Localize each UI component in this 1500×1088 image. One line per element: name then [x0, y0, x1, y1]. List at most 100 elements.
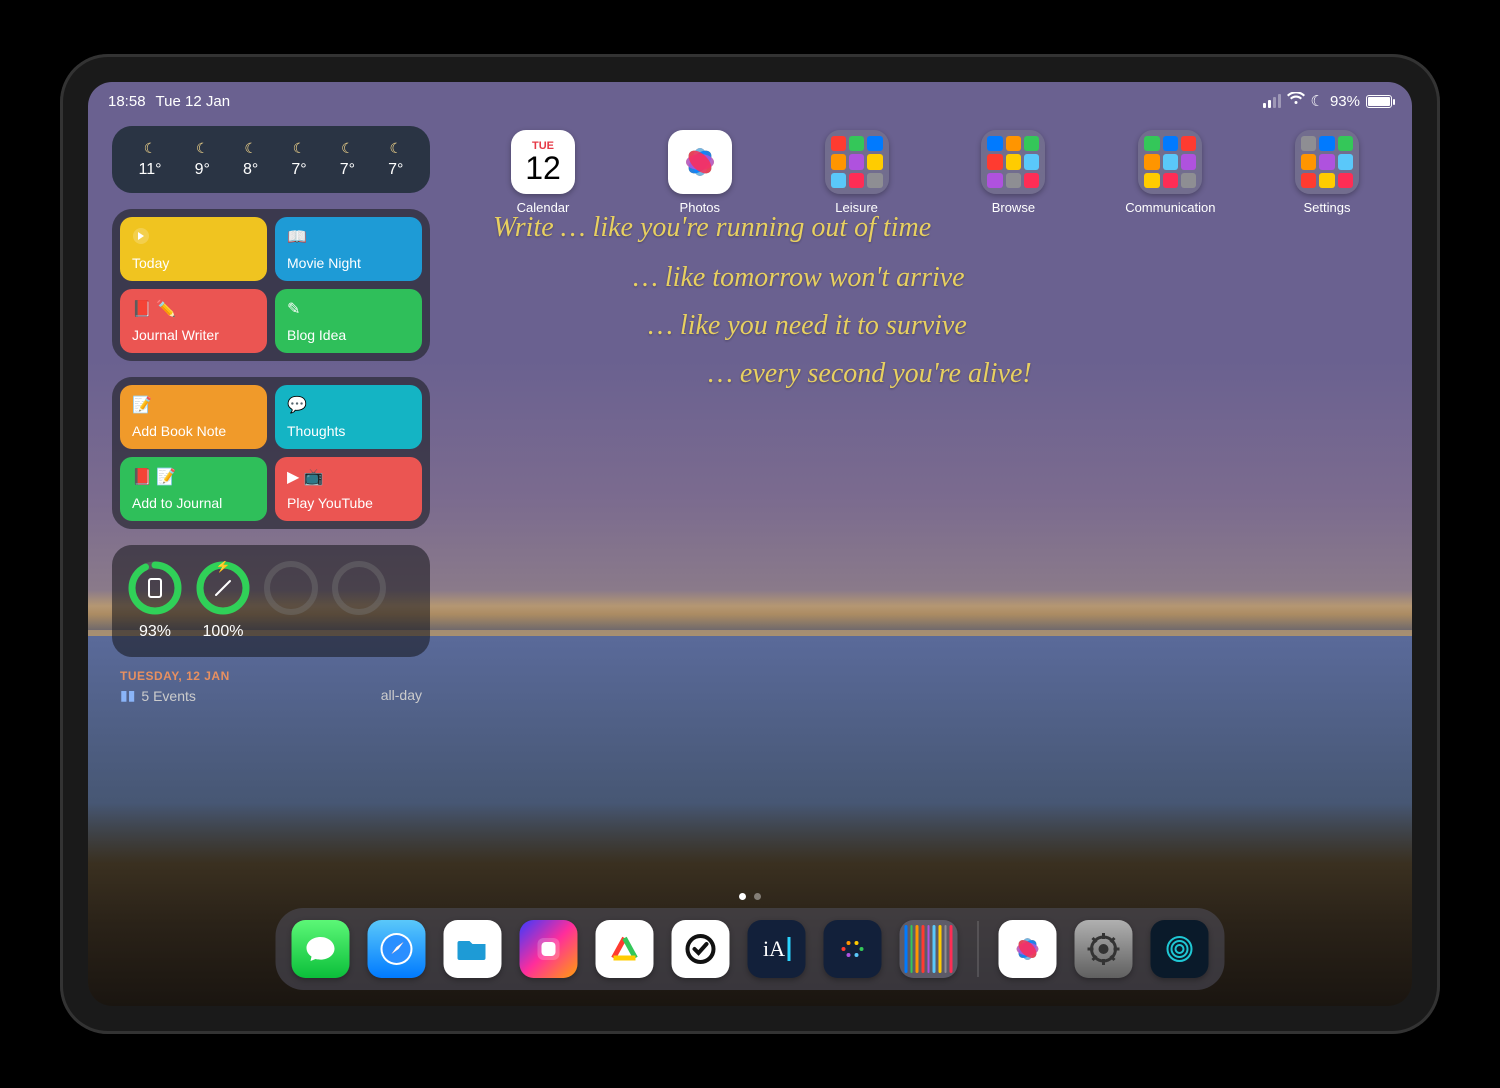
folder-icon [981, 130, 1045, 194]
ipad-frame: Write … like you're running out of time … [60, 54, 1440, 1034]
weather-hour: ☾ 7° [340, 140, 355, 179]
dock-recent-photos[interactable] [999, 920, 1057, 978]
dock-app-messages[interactable] [292, 920, 350, 978]
shortcut-label: Play YouTube [287, 495, 410, 511]
weather-hour: ☾ 7° [291, 140, 306, 179]
dock-app-shortcuts[interactable] [520, 920, 578, 978]
play-icon: ▶ 📺 [287, 467, 410, 487]
calendar-event-count: 5 Events [141, 688, 195, 704]
dock-app-files[interactable] [444, 920, 502, 978]
shortcut-add-to-journal[interactable]: 📕 📝 Add to Journal [120, 457, 267, 521]
shortcut-play-youtube[interactable]: ▶ 📺 Play YouTube [275, 457, 422, 521]
weather-temp: 7° [340, 161, 355, 179]
shortcut-movie-night[interactable]: 📖 Movie Night [275, 217, 422, 281]
folder-settings[interactable]: Settings [1282, 130, 1372, 215]
photos-icon [668, 130, 732, 194]
handwriting-line: … like you need it to survive [648, 310, 967, 342]
calendar-widget-heading[interactable]: TUESDAY, 12 JAN [112, 665, 430, 683]
shortcut-journal-writer[interactable]: 📕 ✏️ Journal Writer [120, 289, 267, 353]
shortcut-label: Today [132, 255, 255, 271]
battery-percent-label: 93% [128, 623, 182, 641]
shortcut-label: Blog Idea [287, 327, 410, 343]
dock-app-omnifocus[interactable] [672, 920, 730, 978]
moon-icon: ☾ [139, 140, 162, 157]
dock-folder[interactable] [900, 920, 958, 978]
status-date: Tue 12 Jan [156, 93, 231, 110]
weather-widget[interactable]: ☾ 11° ☾ 9° ☾ 8° ☾ 7° ☾ 7° ☾ 7° [112, 126, 430, 193]
app-label: Browse [968, 200, 1058, 215]
weather-hour: ☾ 7° [388, 140, 403, 179]
folder-communication[interactable]: Communication [1125, 130, 1215, 215]
battery-device-pencil: ⚡ 100% [196, 561, 250, 641]
app-calendar[interactable]: TUE 12 Calendar [498, 130, 588, 215]
today-widgets: ☾ 11° ☾ 9° ☾ 8° ☾ 7° ☾ 7° ☾ 7° Today 📖 Movie N… [112, 126, 430, 704]
shortcuts-widget: Today 📖 Movie Night 📕 ✏️ Journal Writer … [112, 209, 430, 361]
home-screen[interactable]: Write … like you're running out of time … [88, 82, 1412, 1006]
weather-temp: 7° [388, 161, 403, 179]
weather-temp: 11° [139, 161, 162, 179]
app-photos[interactable]: Photos [655, 130, 745, 215]
moon-icon: ☾ [195, 140, 210, 157]
dock-recent-settings[interactable] [1075, 920, 1133, 978]
calendar-allday: all-day [381, 687, 422, 704]
shortcuts-widget: 📝 Add Book Note 💬 Thoughts 📕 📝 Add to Jo… [112, 377, 430, 529]
weather-hour: ☾ 8° [243, 140, 258, 179]
weather-temp: 7° [291, 161, 306, 179]
shortcut-label: Movie Night [287, 255, 410, 271]
folder-icon [825, 130, 889, 194]
page-dot [754, 893, 761, 900]
note-icon: 📝 [132, 395, 255, 415]
dock-app-ia-writer[interactable]: iA [748, 920, 806, 978]
moon-icon: ☾ [291, 140, 306, 157]
dock-recent-touchid[interactable] [1151, 920, 1209, 978]
signal-icon [1263, 94, 1281, 108]
journal-icon: 📕 📝 [132, 467, 255, 487]
weather-temp: 8° [243, 161, 258, 179]
shortcut-label: Add to Journal [132, 495, 255, 511]
chat-icon: 💬 [287, 395, 410, 415]
folder-browse[interactable]: Browse [968, 130, 1058, 215]
moon-icon: ☾ [243, 140, 258, 157]
moon-icon: ☾ [388, 140, 403, 157]
home-app-row: TUE 12 Calendar [498, 130, 1372, 215]
folder-icon [1295, 130, 1359, 194]
weather-hour: ☾ 11° [139, 140, 162, 179]
shortcut-label: Thoughts [287, 423, 410, 439]
battery-percent-label: 100% [196, 623, 250, 641]
handwriting-line: … like tomorrow won't arrive [633, 262, 965, 294]
app-label: Calendar [498, 200, 588, 215]
battery-icon [1366, 95, 1392, 108]
page-dot [739, 893, 746, 900]
run-icon [132, 227, 255, 245]
status-battery-percent: 93% [1330, 93, 1360, 110]
shortcut-blog-idea[interactable]: ✎ Blog Idea [275, 289, 422, 353]
shortcut-label: Add Book Note [132, 423, 255, 439]
app-label: Leisure [812, 200, 902, 215]
dock: iA [276, 908, 1225, 990]
dock-app-halide[interactable] [824, 920, 882, 978]
folder-icon [1138, 130, 1202, 194]
dnd-moon-icon: ☾ [1311, 92, 1324, 110]
book-icon: 📖 [287, 227, 410, 247]
moon-icon: ☾ [340, 140, 355, 157]
dock-app-agenda[interactable] [596, 920, 654, 978]
weather-temp: 9° [195, 161, 210, 179]
battery-device-empty [332, 561, 386, 623]
battery-device-ipad: 93% [128, 561, 182, 641]
shortcut-thoughts[interactable]: 💬 Thoughts [275, 385, 422, 449]
calendar-widget-row[interactable]: ▮▮5 Events all-day [112, 683, 430, 704]
batteries-widget[interactable]: 93% ⚡ 100% [112, 545, 430, 657]
dock-divider [978, 921, 979, 977]
page-indicator[interactable] [739, 893, 761, 900]
wifi-icon [1287, 92, 1305, 110]
svg-text:⚡: ⚡ [216, 561, 231, 573]
app-label: Photos [655, 200, 745, 215]
status-bar: 18:58 Tue 12 Jan ☾ 93% [88, 88, 1412, 114]
app-label: Communication [1125, 200, 1215, 215]
folder-leisure[interactable]: Leisure [812, 130, 902, 215]
dock-app-safari[interactable] [368, 920, 426, 978]
shortcut-today[interactable]: Today [120, 217, 267, 281]
shortcut-add-book-note[interactable]: 📝 Add Book Note [120, 385, 267, 449]
handwriting-line: Write … like you're running out of time [493, 212, 931, 244]
battery-device-empty [264, 561, 318, 623]
